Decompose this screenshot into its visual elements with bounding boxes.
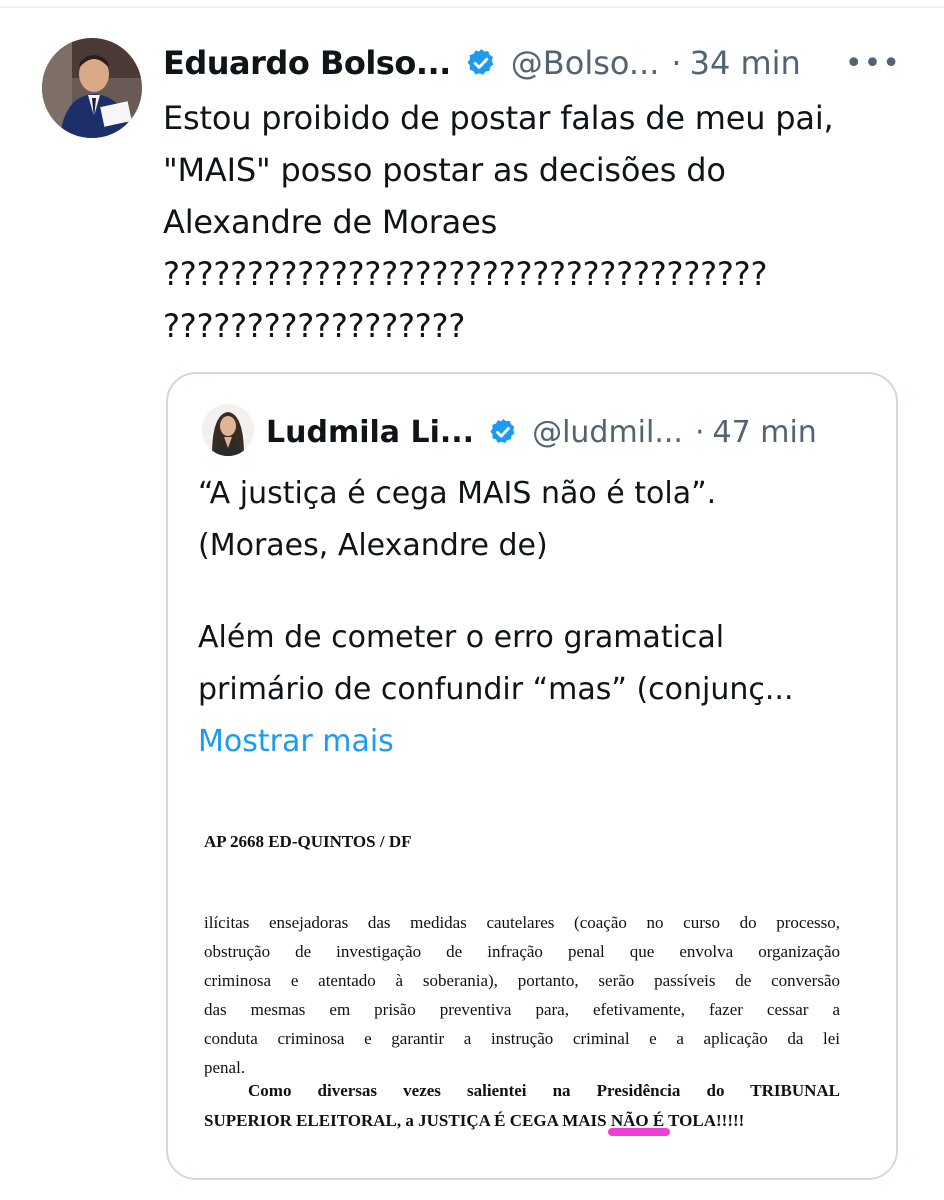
- tweet-timestamp[interactable]: 34 min: [690, 44, 801, 82]
- tweet-text: Estou proibido de postar falas de meu pa…: [163, 92, 923, 352]
- dot-separator: ·: [671, 44, 682, 82]
- tweet-text-line: ????????????????????????????????????: [163, 255, 768, 293]
- author-avatar[interactable]: [42, 38, 142, 138]
- document-quote-line: Como diversas vezes salientei na Presidê…: [248, 1081, 840, 1100]
- quoted-author-handle[interactable]: @ludmil...: [532, 415, 683, 450]
- document-line: das mesmas em prisão preventiva para, ef…: [204, 1000, 840, 1019]
- tweet-text-line: "MAIS" posso postar as decisões do: [163, 151, 726, 189]
- quoted-text-line: (Moraes, Alexandre de): [198, 528, 548, 563]
- tweet-header: Eduardo Bolso... @Bolso... · 34 min •••: [163, 38, 923, 88]
- quoted-author-name[interactable]: Ludmila Li...: [266, 415, 474, 450]
- document-line: ilícitas ensejadoras das medidas cautela…: [204, 913, 840, 932]
- document-line: conduta criminosa e garantir a instrução…: [204, 1029, 840, 1048]
- quoted-tweet-header: Ludmila Li... @ludmil... · 47 min: [266, 404, 886, 460]
- highlight-underline-mark: [608, 1128, 670, 1136]
- quoted-tweet-text: “A justiça é cega MAIS não é tola”. (Mor…: [198, 468, 888, 768]
- quoted-author-avatar[interactable]: [202, 404, 254, 456]
- document-body: ilícitas ensejadoras das medidas cautela…: [204, 908, 840, 1082]
- show-more-link[interactable]: Mostrar mais: [198, 716, 888, 768]
- quoted-text-line: primário de confundir “mas” (conjunç...: [198, 672, 794, 707]
- quoted-text-line: “A justiça é cega MAIS não é tola”.: [198, 476, 717, 511]
- more-options-icon[interactable]: •••: [845, 46, 901, 81]
- tweet-text-line: Estou proibido de postar falas de meu pa…: [163, 99, 834, 137]
- dot-separator: ·: [694, 414, 705, 450]
- author-name[interactable]: Eduardo Bolso...: [163, 44, 451, 82]
- quoted-tweet-card[interactable]: Ludmila Li... @ludmil... · 47 min “A jus…: [166, 372, 898, 1180]
- top-divider: [0, 6, 944, 8]
- verified-badge-icon: [465, 47, 497, 79]
- document-heading: AP 2668 ED-QUINTOS / DF: [204, 832, 412, 851]
- verified-badge-icon: [488, 417, 518, 447]
- author-handle[interactable]: @Bolso...: [511, 44, 660, 82]
- document-line: criminosa e atentado à soberania), porta…: [204, 971, 840, 990]
- document-quote: Como diversas vezes salientei na Presidê…: [204, 1076, 840, 1136]
- tweet-text-line: Alexandre de Moraes: [163, 203, 498, 241]
- document-line: obstrução de investigação de infração pe…: [204, 942, 840, 961]
- document-quote-line: SUPERIOR ELEITORAL, a JUSTIÇA É CEGA MAI…: [204, 1111, 745, 1130]
- quoted-text-line: Além de cometer o erro gramatical: [198, 620, 725, 655]
- quoted-tweet-timestamp[interactable]: 47 min: [713, 415, 817, 450]
- tweet-text-line: ??????????????????: [163, 307, 466, 345]
- attached-document-image[interactable]: AP 2668 ED-QUINTOS / DF ilícitas ensejad…: [170, 804, 896, 1178]
